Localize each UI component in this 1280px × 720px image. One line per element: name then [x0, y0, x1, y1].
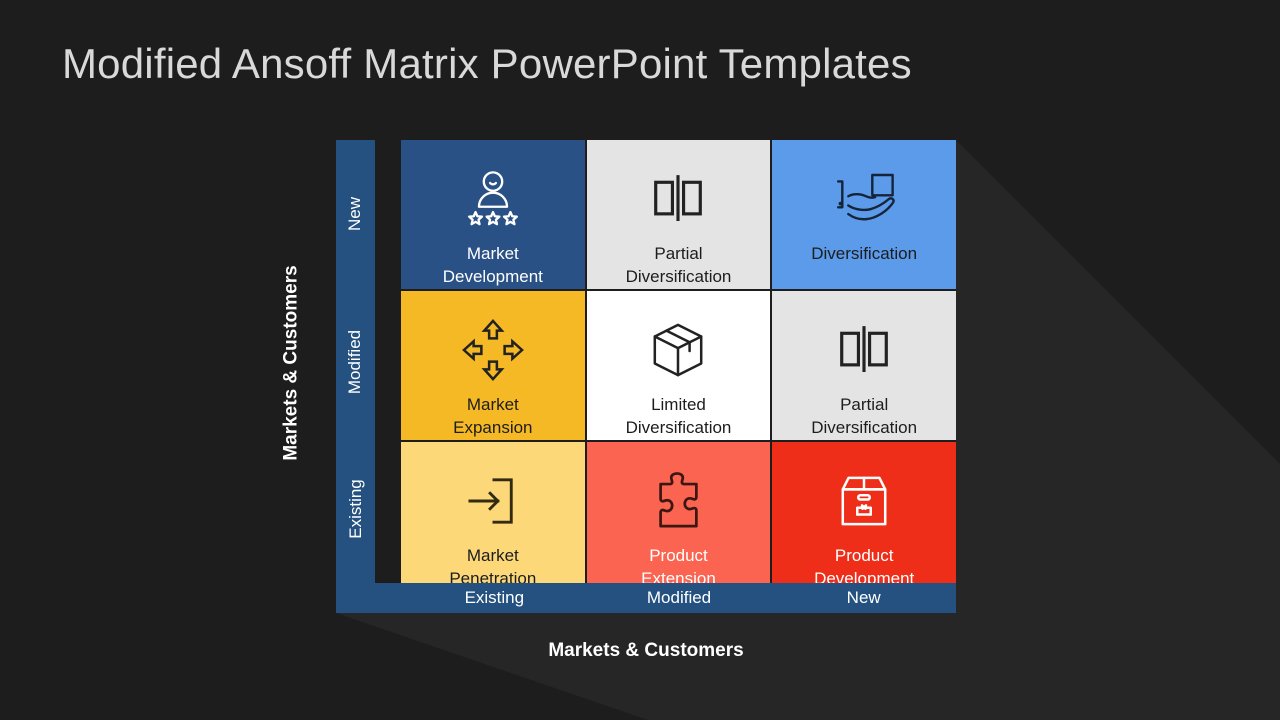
- horizontal-axis-label-new: New: [846, 588, 881, 607]
- matrix-cell-diversification[interactable]: Diversification: [772, 140, 956, 289]
- slide-canvas: Modified Ansoff Matrix PowerPoint Templa…: [0, 0, 1280, 720]
- matrix-cell-label: Market Development: [442, 244, 543, 287]
- vertical-axis-label-new-text: New: [345, 196, 365, 231]
- vertical-axis-caption-text: Markets & Customers: [281, 264, 302, 461]
- horizontal-axis-label-modified: Modified: [646, 588, 712, 607]
- vertical-axis-label-existing-text: Existing: [345, 479, 365, 539]
- matrix-cell-product-development[interactable]: Product Development: [772, 441, 956, 591]
- vertical-axis-band: New Modified Existing: [336, 140, 375, 613]
- horizontal-axis-label-existing: Existing: [464, 588, 525, 607]
- ansoff-matrix-grid: Market Development Partial Diversificati…: [401, 140, 956, 591]
- four-direction-arrows-icon: [461, 309, 524, 391]
- horizontal-band-corner: [336, 583, 402, 613]
- matrix-cell-limited-diversification[interactable]: Limited Diversification: [586, 290, 771, 440]
- matrix-cell-label: Partial Diversification: [811, 394, 918, 438]
- matrix-cell-product-extension[interactable]: Product Extension: [586, 441, 771, 591]
- matrix-cell-label: Diversification: [811, 244, 918, 263]
- matrix-cell-label: Partial Diversification: [625, 244, 732, 287]
- vertical-axis-label-existing: Existing: [336, 435, 375, 583]
- matrix-cell-partial-diversification-right[interactable]: Partial Diversification: [772, 290, 956, 440]
- arrow-into-box-icon: [465, 460, 521, 542]
- puzzle-piece-icon: [648, 460, 708, 542]
- matrix-cell-label: Limited Diversification: [625, 394, 732, 438]
- vertical-axis-label-modified: Modified: [336, 288, 375, 436]
- package-carton-icon: [835, 460, 893, 542]
- matrix-cell-market-development[interactable]: Market Development: [401, 140, 585, 289]
- horizontal-axis-caption: Markets & Customers: [548, 640, 744, 661]
- split-rectangles-icon: [650, 158, 706, 240]
- matrix-cell-partial-diversification-top[interactable]: Partial Diversification: [586, 140, 771, 289]
- horizontal-axis-band: Existing Modified New: [336, 583, 956, 613]
- matrix-cell-label: Market Expansion: [453, 394, 533, 438]
- matrix-cell-market-expansion[interactable]: Market Expansion: [401, 290, 585, 440]
- page-title: Modified Ansoff Matrix PowerPoint Templa…: [62, 40, 912, 87]
- vertical-axis-caption: Markets & Customers: [267, 140, 317, 585]
- vertical-axis-label-modified-text: Modified: [345, 329, 365, 394]
- cube-box-icon: [649, 309, 707, 391]
- vertical-axis-label-new: New: [336, 140, 375, 288]
- person-three-stars-icon: [462, 158, 524, 240]
- hand-holding-box-icon: [828, 158, 900, 240]
- split-rectangles-icon: [836, 309, 892, 391]
- matrix-cell-market-penetration[interactable]: Market Penetration: [401, 441, 585, 591]
